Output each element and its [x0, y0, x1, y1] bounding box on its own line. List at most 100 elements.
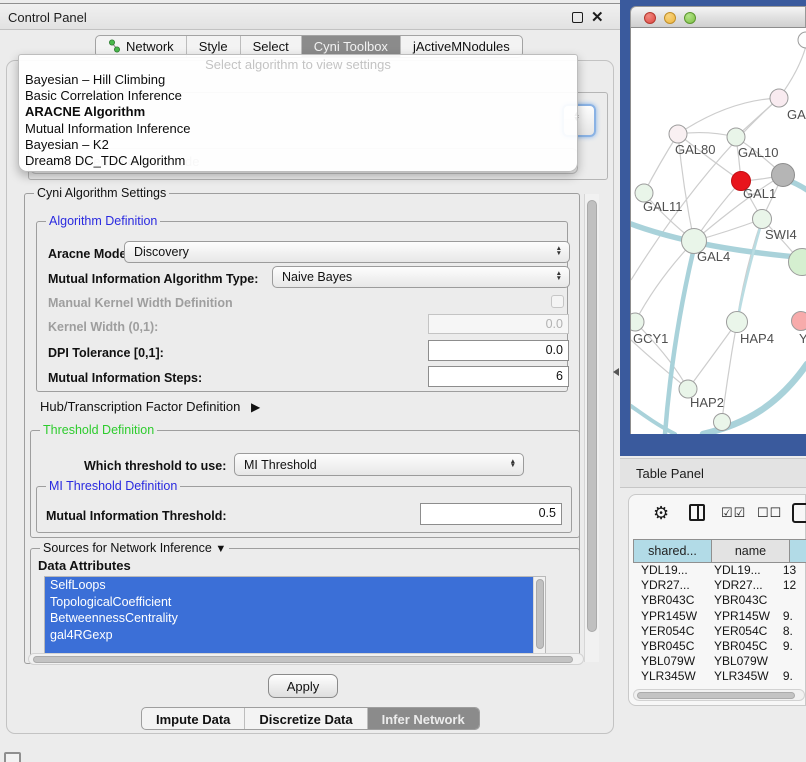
aracne-mode-label: Aracne Mode: [48, 247, 131, 261]
tab-infer-network[interactable]: Infer Network [368, 708, 479, 729]
settings-hscrollbar-track[interactable] [28, 653, 584, 665]
hub-definition-expander[interactable]: Hub/Transcription Factor Definition ▶ [40, 399, 260, 414]
table-panel-titlebar: Table Panel [620, 458, 806, 488]
tab-label: Select [253, 39, 289, 54]
table-cell: YER054C [633, 624, 706, 639]
close-icon[interactable]: ✕ [591, 8, 604, 26]
tab-label: Style [199, 39, 228, 54]
attributes-scrollbar-thumb[interactable] [536, 579, 544, 649]
table-cell: 13 [779, 563, 806, 578]
mi-steps-label: Mutual Information Steps: [48, 371, 202, 385]
float-window-icon[interactable] [572, 12, 583, 23]
dpi-tolerance-field[interactable]: 0.0 [428, 340, 569, 361]
mi-threshold-title: MI Threshold Definition [46, 479, 180, 493]
spinner-down-icon: ▼ [556, 277, 562, 282]
data-attributes-label: Data Attributes [38, 558, 131, 573]
mi-type-combo[interactable]: Naive Bayes ▲▼ [272, 266, 570, 288]
dpi-tolerance-label: DPI Tolerance [0,1]: [48, 346, 164, 360]
settings-hscrollbar-thumb[interactable] [33, 656, 573, 663]
column-header-name[interactable]: name [711, 539, 789, 563]
expand-right-icon: ▶ [251, 400, 260, 414]
settings-scrollbar-thumb[interactable] [587, 200, 597, 632]
close-traffic-light[interactable] [644, 12, 656, 24]
settings-scrollbar-track[interactable] [584, 194, 599, 662]
table-cell: YLR345W [633, 669, 706, 684]
tab-discretize-data[interactable]: Discretize Data [245, 708, 367, 729]
select-all-icon[interactable]: ☑☑ [721, 505, 746, 521]
algorithm-option[interactable]: Bayesian – K2 [19, 137, 577, 153]
data-attributes-list[interactable]: SelfLoops TopologicalCoefficient Between… [44, 576, 546, 656]
attributes-scrollbar-track[interactable] [533, 577, 545, 655]
list-item[interactable]: SelfLoops [45, 577, 545, 594]
table-cell: YLR345W [706, 669, 779, 684]
table-cell: YIL052C [633, 685, 706, 688]
table-row[interactable]: YPR145WYPR145W9. [633, 609, 806, 624]
algorithm-option[interactable]: Mutual Information Inference [19, 121, 577, 137]
table-row[interactable]: YBR045CYBR045C9. [633, 639, 806, 654]
table-row[interactable]: YBR043CYBR043C [633, 593, 806, 608]
node-label: SWI4 [765, 227, 797, 242]
node-label: GAL80 [675, 142, 715, 157]
algorithm-option-selected[interactable]: ARACNE Algorithm [19, 104, 577, 120]
aracne-mode-combo[interactable]: Discovery ▲▼ [124, 241, 570, 263]
list-item[interactable]: gal4RGexp [45, 627, 545, 644]
node-label: HAP2 [690, 395, 724, 410]
tab-label: Cyni Toolbox [314, 39, 388, 54]
node-label: GCY1 [633, 331, 668, 346]
list-item[interactable]: TopologicalCoefficient [45, 594, 545, 611]
algorithm-option[interactable]: Bayesian – Hill Climbing [19, 72, 577, 88]
table-cell: 9. [779, 639, 806, 654]
table-cell: YDL19... [706, 563, 779, 578]
table-hscrollbar-thumb[interactable] [637, 692, 795, 699]
algorithm-option[interactable]: Basic Correlation Inference [19, 88, 577, 104]
apply-button[interactable]: Apply [268, 674, 338, 698]
collapse-down-icon: ▼ [215, 543, 226, 555]
function-builder-icon[interactable] [792, 503, 806, 523]
table-row[interactable]: YBL079WYBL079W [633, 654, 806, 669]
minimize-traffic-light[interactable] [664, 12, 676, 24]
table-row[interactable]: YER054CYER054C8. [633, 624, 806, 639]
mi-threshold-label: Mutual Information Threshold: [46, 509, 227, 523]
sources-collapse-header[interactable]: Sources for Network Inference ▼ [40, 541, 229, 555]
gear-icon[interactable]: ⚙ [653, 503, 669, 524]
table-cell: 12 [779, 578, 806, 593]
control-panel-titlebar: Control Panel ✕ [0, 3, 620, 30]
table-row[interactable]: YDR27...YDR27...12 [633, 578, 806, 593]
which-threshold-combo[interactable]: MI Threshold ▲▼ [234, 453, 524, 476]
dropdown-hint: Select algorithm to view settings [19, 57, 577, 72]
table-panel-title: Table Panel [636, 466, 704, 481]
table-row[interactable]: YIL052CYIL052C9. [633, 685, 806, 688]
mi-type-label: Mutual Information Algorithm Type: [48, 272, 258, 286]
mi-threshold-field[interactable]: 0.5 [420, 503, 562, 525]
algorithm-definition-title: Algorithm Definition [46, 214, 160, 228]
table-row[interactable]: YLR345WYLR345W9. [633, 669, 806, 684]
kernel-width-label: Kernel Width (0,1): [48, 320, 158, 334]
restore-panel-icon[interactable] [4, 752, 21, 762]
table-cell: YBL079W [706, 654, 779, 669]
table-hscrollbar-track[interactable] [633, 689, 805, 701]
resize-cursor-icon [613, 368, 619, 376]
kernel-width-field: 0.0 [428, 314, 569, 334]
columns-icon[interactable] [689, 504, 705, 521]
deselect-all-icon[interactable]: ☐☐ [757, 505, 782, 521]
network-canvas[interactable]: GAL GAL80 GAL10 GAL1 GAL11 SWI4 GAL4 GCY… [630, 28, 806, 434]
list-item[interactable]: BetweennessCentrality [45, 610, 545, 627]
network-window-titlebar[interactable] [630, 6, 806, 28]
node-label: GAL [787, 107, 806, 122]
table-row[interactable]: YDL19...YDL19...13 [633, 563, 806, 578]
table-cell: YBR045C [706, 639, 779, 654]
network-icon [108, 39, 121, 53]
algorithm-option[interactable]: Dream8 DC_TDC Algorithm [19, 153, 577, 169]
mi-steps-field[interactable]: 6 [428, 366, 569, 387]
sources-title: Sources for Network Inference [43, 541, 212, 555]
threshold-definition-title: Threshold Definition [40, 423, 157, 437]
which-threshold-value: MI Threshold [244, 458, 317, 472]
node-label: GAL1 [743, 186, 776, 201]
column-header-partial[interactable] [789, 539, 806, 563]
zoom-traffic-light[interactable] [684, 12, 696, 24]
column-header-shared-name[interactable]: shared... [633, 539, 711, 563]
application-window: Control Panel ✕ Inference Algorithm ▲ ▼ … [0, 0, 806, 762]
tab-impute-data[interactable]: Impute Data [142, 708, 245, 729]
table-cell [779, 654, 806, 669]
table-cell: YER054C [706, 624, 779, 639]
